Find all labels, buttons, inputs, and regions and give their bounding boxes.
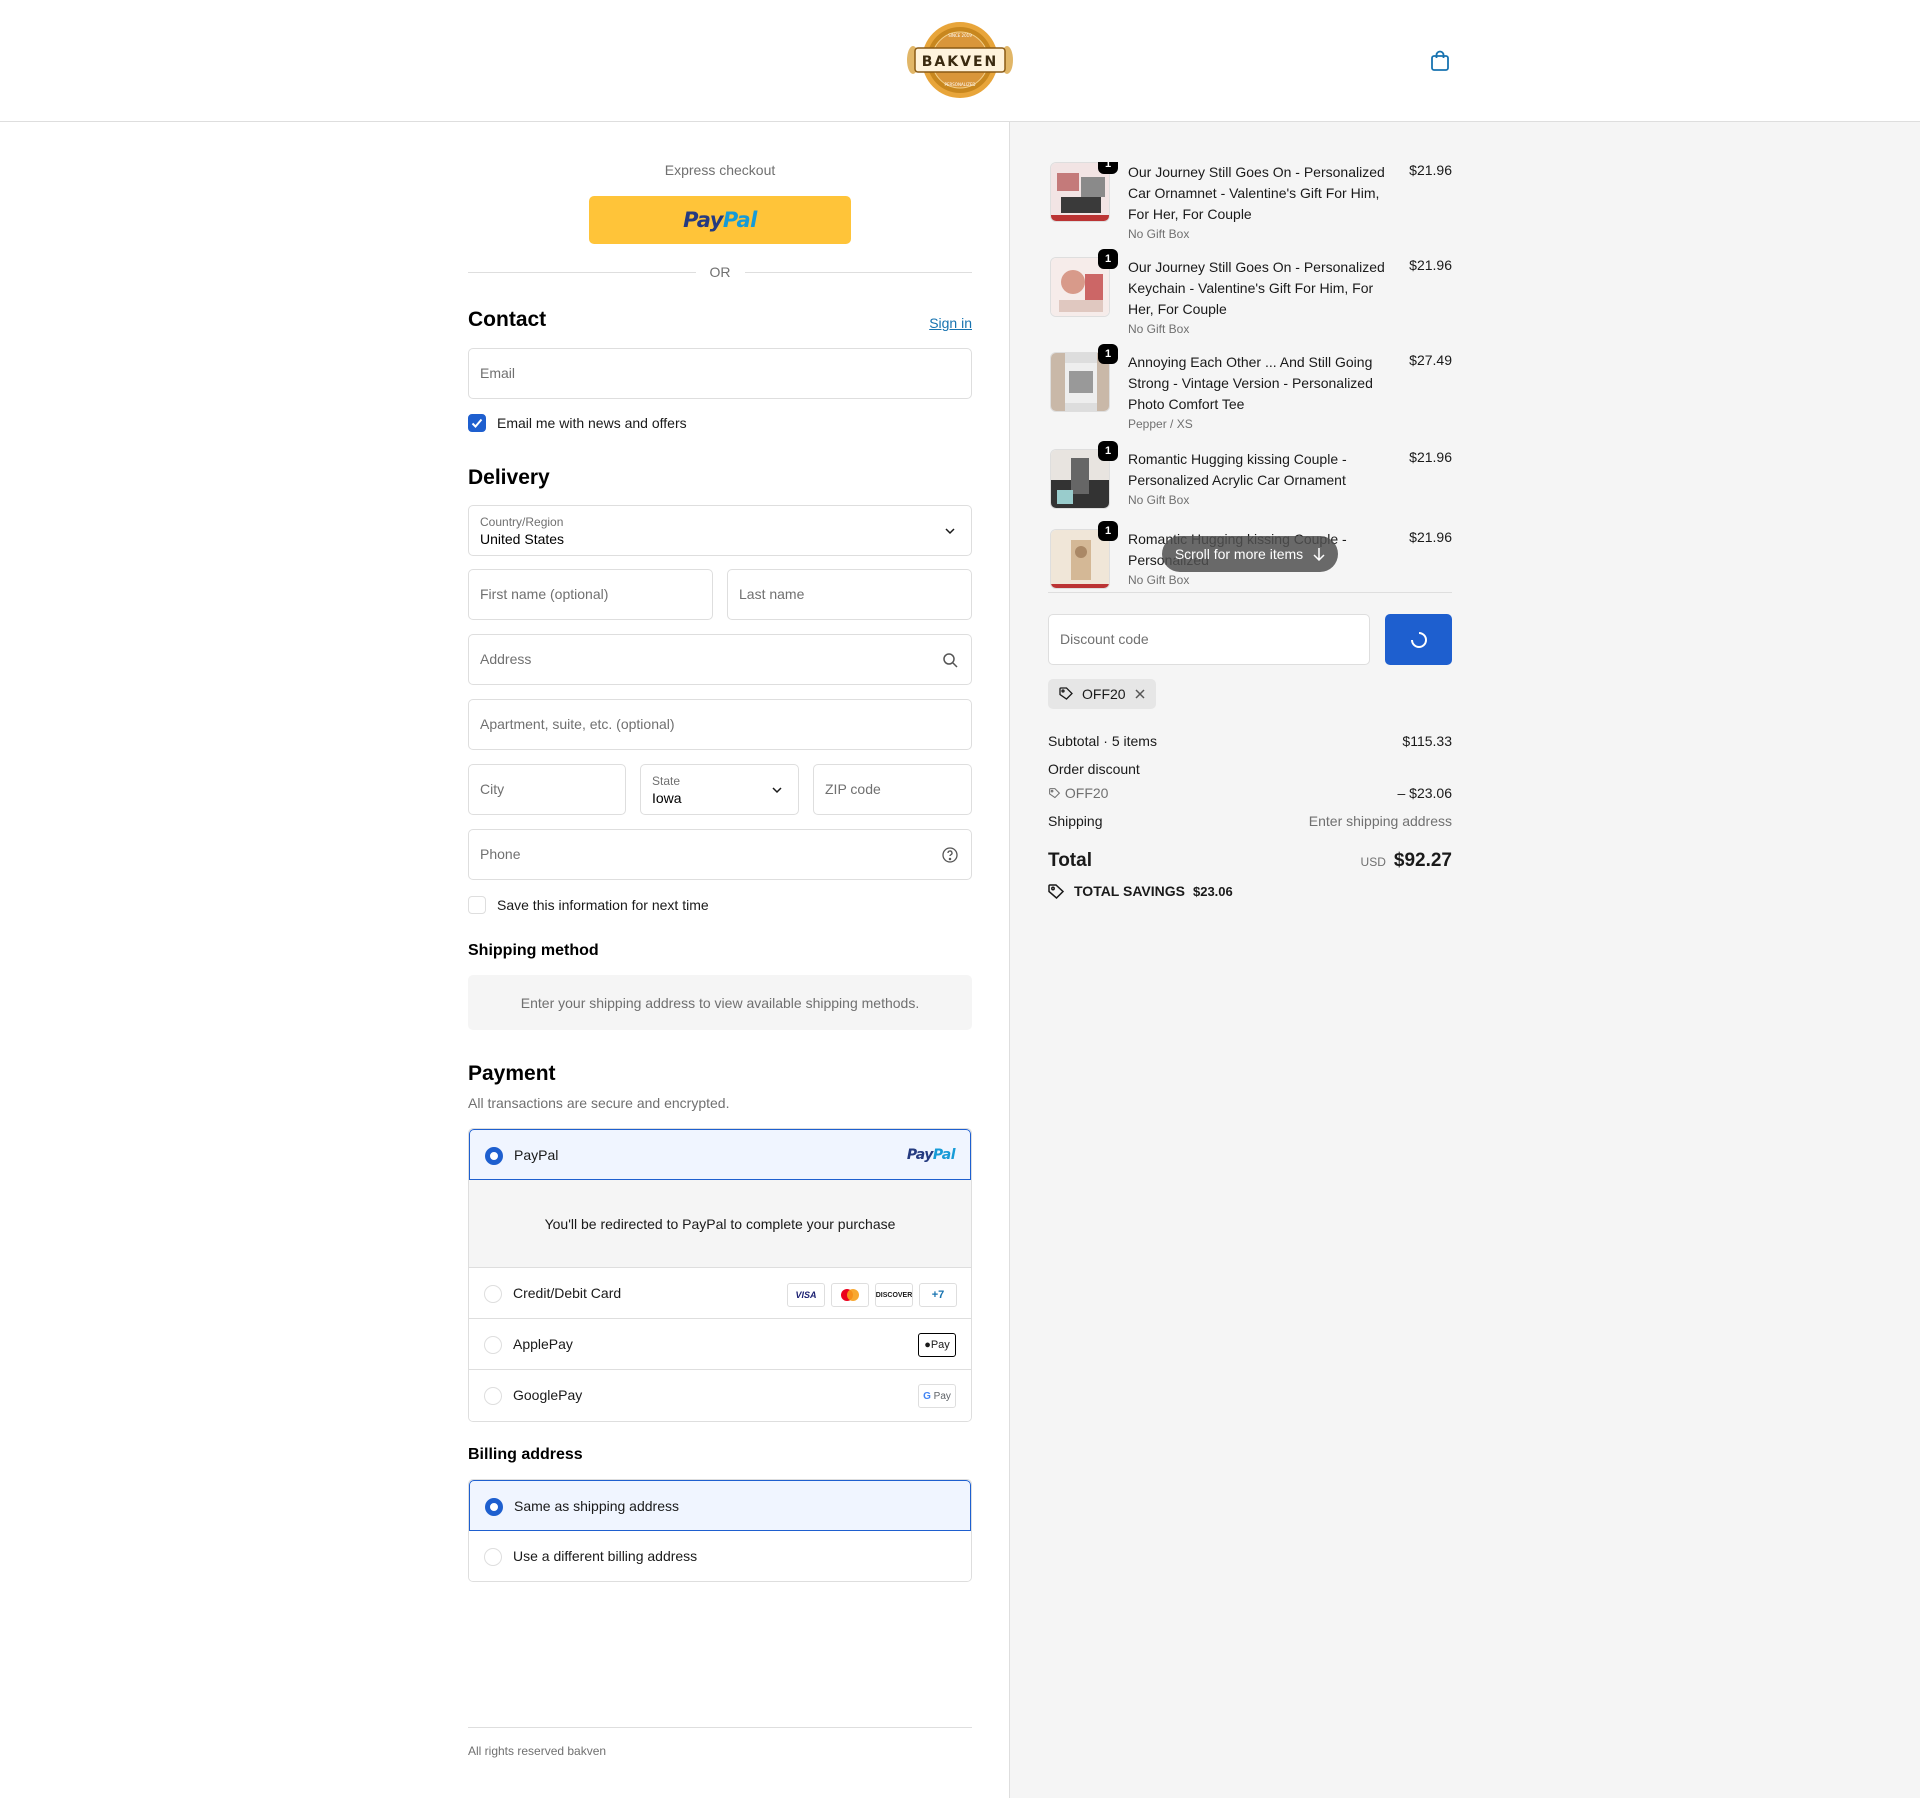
applepay-icon: ● Pay	[918, 1333, 956, 1357]
paypal-express-button[interactable]: PayPal	[589, 196, 851, 244]
quantity-badge: 1	[1098, 344, 1118, 364]
total-savings: TOTAL SAVINGS $23.06	[1048, 883, 1233, 899]
help-circle-icon	[942, 847, 958, 863]
payment-subtitle: All transactions are secure and encrypte…	[468, 1095, 730, 1111]
order-discount-row: Order discount	[1048, 761, 1140, 777]
tag-icon	[1049, 788, 1061, 799]
billing-title: Billing address	[468, 1446, 583, 1463]
googlepay-icon: G Pay	[918, 1384, 956, 1408]
express-checkout-label: Express checkout	[664, 162, 776, 178]
product-variant: No Gift Box	[1128, 573, 1190, 587]
line-items-list[interactable]: 1 Our Journey Still Goes On - Personaliz…	[1048, 162, 1452, 590]
product-price: $21.96	[1409, 257, 1452, 273]
chevron-down-icon	[945, 528, 955, 535]
radio-unselected[interactable]	[484, 1548, 502, 1566]
chevron-down-icon	[772, 787, 782, 794]
last-name-field[interactable]: Last name	[727, 569, 972, 620]
total-label: Total	[1048, 850, 1092, 871]
product-price: $21.96	[1409, 529, 1452, 545]
radio-selected[interactable]	[485, 1147, 503, 1165]
applied-discount-chip: OFF20	[1048, 679, 1156, 709]
newsletter-checkbox[interactable]	[468, 414, 486, 432]
apartment-field[interactable]: Apartment, suite, etc. (optional)	[468, 699, 972, 750]
svg-text:SINCE 2019: SINCE 2019	[948, 33, 972, 38]
save-info-checkbox[interactable]	[468, 896, 486, 914]
visa-icon: VISA	[787, 1283, 825, 1307]
total-amount: USD $92.27	[1360, 850, 1452, 871]
more-cards-badge: +7	[919, 1283, 957, 1307]
checkmark-icon	[471, 418, 483, 428]
shopping-bag-icon[interactable]	[1428, 49, 1452, 73]
email-field[interactable]: Email	[468, 348, 972, 399]
product-name: Our Journey Still Goes On - Personalized…	[1128, 259, 1385, 317]
payment-options: PayPal PayPal You'll be redirected to Pa…	[468, 1128, 972, 1422]
tag-icon	[1048, 884, 1065, 899]
product-variant: Pepper / XS	[1128, 417, 1193, 431]
product-variant: No Gift Box	[1128, 227, 1190, 241]
newsletter-label: Email me with news and offers	[497, 415, 687, 431]
address-field[interactable]: Address	[468, 634, 972, 685]
footer-copyright: All rights reserved bakven	[468, 1744, 607, 1758]
payment-option-card[interactable]: Credit/Debit Card VISA DISCOVER +7	[469, 1268, 971, 1319]
product-name: Our Journey Still Goes On - Personalized…	[1128, 164, 1385, 222]
or-divider: OR	[468, 262, 972, 282]
sign-in-link[interactable]: Sign in	[929, 315, 972, 331]
quantity-badge: 1	[1098, 162, 1118, 174]
billing-different-option[interactable]: Use a different billing address	[469, 1531, 971, 1581]
search-icon	[943, 653, 958, 668]
loading-spinner-icon	[1410, 631, 1427, 648]
zip-field[interactable]: ZIP code	[813, 764, 972, 815]
items-divider	[1048, 592, 1452, 593]
svg-text:BAKVEN: BAKVEN	[922, 54, 998, 70]
payment-option-applepay[interactable]: ApplePay ● Pay	[469, 1319, 971, 1370]
shipping-method-message: Enter your shipping address to view avai…	[468, 975, 972, 1030]
billing-same-option[interactable]: Same as shipping address	[469, 1480, 971, 1531]
country-select[interactable]: Country/Region United States	[468, 505, 972, 556]
product-price: $27.49	[1409, 352, 1452, 368]
payment-option-googlepay[interactable]: GooglePay G Pay	[469, 1370, 971, 1421]
discount-code-row: OFF20 – $23.06	[1048, 785, 1452, 801]
radio-unselected[interactable]	[484, 1285, 502, 1303]
delivery-title: Delivery	[468, 466, 550, 489]
shipping-row: Shipping Enter shipping address	[1048, 813, 1452, 829]
subtotal-row: Subtotal · 5 items $115.33	[1048, 733, 1452, 749]
tag-icon	[1059, 687, 1073, 700]
discount-code-field[interactable]: Discount code	[1048, 614, 1370, 665]
paypal-logo: PayPal	[683, 208, 757, 232]
discover-icon: DISCOVER	[875, 1283, 913, 1307]
radio-unselected[interactable]	[484, 1387, 502, 1405]
footer-divider	[468, 1727, 972, 1728]
contact-title: Contact	[468, 308, 547, 331]
product-price: $21.96	[1409, 449, 1452, 465]
brand-logo[interactable]: BAKVEN SINCE 2019 PERSONALIZED	[903, 20, 1017, 100]
radio-selected[interactable]	[485, 1498, 503, 1516]
quantity-badge: 1	[1098, 521, 1118, 541]
apply-discount-button[interactable]	[1385, 614, 1452, 665]
payment-title: Payment	[468, 1062, 556, 1085]
state-select[interactable]: State Iowa	[640, 764, 799, 815]
arrow-down-icon	[1313, 548, 1325, 561]
remove-discount-icon[interactable]	[1134, 688, 1146, 700]
phone-field[interactable]: Phone	[468, 829, 972, 880]
product-name: Annoying Each Other ... And Still Going …	[1128, 354, 1373, 412]
scroll-more-button[interactable]: Scroll for more items	[1162, 536, 1338, 572]
save-info-label: Save this information for next time	[497, 897, 709, 913]
shipping-method-title: Shipping method	[468, 942, 599, 959]
city-field[interactable]: City	[468, 764, 626, 815]
mastercard-icon	[831, 1283, 869, 1307]
payment-option-paypal[interactable]: PayPal PayPal	[469, 1129, 971, 1180]
product-variant: No Gift Box	[1128, 322, 1190, 336]
svg-text:PERSONALIZED: PERSONALIZED	[945, 82, 976, 87]
paypal-logo: PayPal	[906, 1147, 956, 1163]
product-name: Romantic Hugging kissing Couple - Person…	[1128, 451, 1347, 488]
billing-options: Same as shipping address Use a different…	[468, 1479, 972, 1582]
quantity-badge: 1	[1098, 249, 1118, 269]
product-price: $21.96	[1409, 162, 1452, 178]
first-name-field[interactable]: First name (optional)	[468, 569, 713, 620]
header: BAKVEN SINCE 2019 PERSONALIZED	[0, 0, 1920, 122]
quantity-badge: 1	[1098, 441, 1118, 461]
radio-unselected[interactable]	[484, 1336, 502, 1354]
paypal-redirect-message: You'll be redirected to PayPal to comple…	[469, 1180, 971, 1268]
product-variant: No Gift Box	[1128, 493, 1190, 507]
